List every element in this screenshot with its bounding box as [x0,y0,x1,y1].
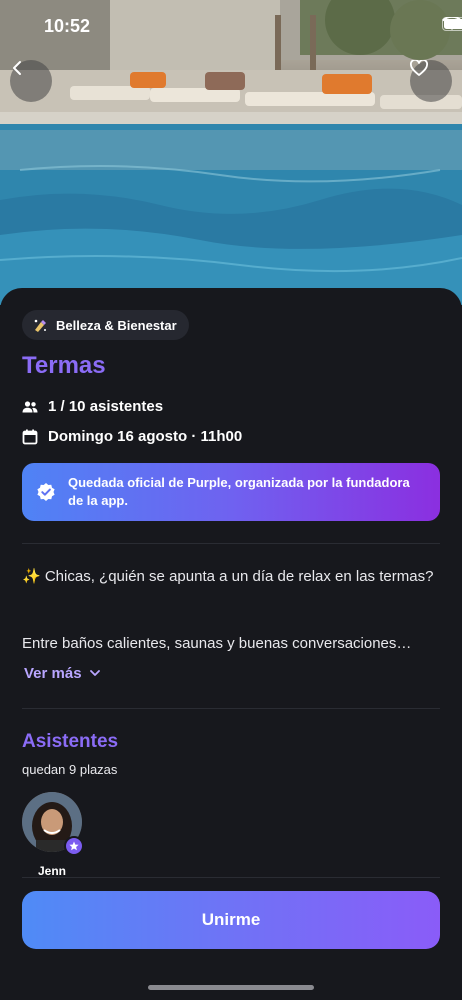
divider [22,877,440,878]
back-button[interactable] [10,60,52,102]
event-detail-sheet: Belleza & Bienestar Termas 1 / 10 asiste… [0,288,462,1000]
verified-badge-icon [37,483,55,501]
attendees-section-title: Asistentes [22,731,119,752]
organizer-badge [64,836,84,856]
battery-icon [442,17,462,31]
star-icon [69,841,79,851]
event-description-body: Entre baños calientes, saunas y buenas c… [22,635,412,652]
sparkle-bottle-icon [34,319,46,332]
event-title: Termas [22,352,106,379]
attendee-item[interactable]: Jenn [22,792,84,878]
official-event-banner: Quedada oficial de Purple, organizada po… [22,463,440,521]
chevron-left-icon [13,61,21,75]
date-row: Domingo 16 agosto · 11h00 [22,428,242,445]
see-more-label: Ver más [24,665,82,682]
join-button[interactable]: Unirme [22,891,440,949]
hero-image: 10:52 [0,0,462,305]
see-more-button[interactable]: Ver más [24,665,100,682]
divider [22,543,440,544]
spots-left: quedan 9 plazas [22,762,118,777]
status-bar: 10:52 [0,0,462,52]
official-banner-text: Quedada oficial de Purple, organizada po… [68,475,410,508]
home-indicator[interactable] [148,985,314,990]
favorite-button[interactable] [410,60,452,102]
chevron-down-icon [89,670,100,676]
event-date: Domingo 16 agosto · 11h00 [48,428,243,445]
calendar-icon [22,429,38,444]
divider [22,708,440,709]
attendees-count-row: 1 / 10 asistentes [22,398,163,415]
status-time: 10:52 [44,16,91,36]
attendee-name: Jenn [37,864,66,878]
people-icon [22,400,38,412]
heart-outline-icon [410,60,428,76]
attendees-count: 1 / 10 asistentes [48,398,164,415]
category-label: Belleza & Bienestar [56,317,177,333]
event-description-intro: ✨ Chicas, ¿quién se apunta a un día de r… [22,568,434,585]
category-chip[interactable]: Belleza & Bienestar [22,310,189,340]
